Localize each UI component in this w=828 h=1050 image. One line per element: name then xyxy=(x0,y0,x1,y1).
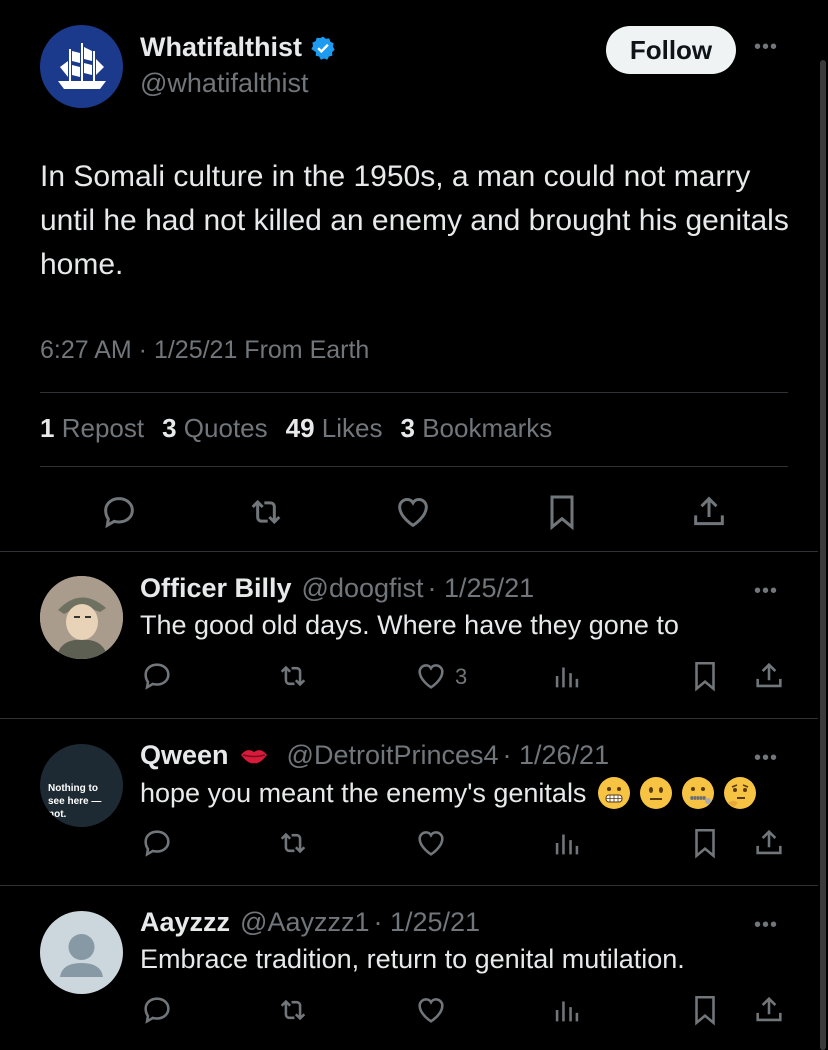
bookmarks-stat[interactable]: 3 Bookmarks xyxy=(400,413,552,444)
reply-icon[interactable] xyxy=(99,492,139,532)
reply-author-handle[interactable]: @doogfist xyxy=(302,573,424,604)
likes-stat[interactable]: 49 Likes xyxy=(286,413,383,444)
reply-icon[interactable] xyxy=(140,659,174,693)
neutral-face-emoji-icon xyxy=(640,777,673,809)
views-icon[interactable] xyxy=(550,993,584,1027)
tweet-stats: 1 Repost 3 Quotes 49 Likes 3 Bookmarks xyxy=(40,413,552,444)
bookmark-icon[interactable] xyxy=(688,659,722,693)
ship-logo-icon xyxy=(57,42,106,89)
divider xyxy=(0,885,818,886)
reply-author-name[interactable]: Aayzzz xyxy=(140,907,230,938)
reply-text: Embrace tradition, return to genital mut… xyxy=(140,944,685,974)
like-icon[interactable] xyxy=(414,993,448,1027)
share-icon[interactable] xyxy=(752,826,786,860)
quotes-stat[interactable]: 3 Quotes xyxy=(162,413,268,444)
grimacing-emoji-icon xyxy=(598,777,631,809)
follow-button[interactable]: Follow xyxy=(606,26,736,74)
avatar[interactable] xyxy=(40,576,123,659)
author-name[interactable]: Whatifalthist xyxy=(140,32,336,63)
reply-date[interactable]: · 1/25/21 xyxy=(428,573,535,604)
reply-icon[interactable] xyxy=(140,826,174,860)
reposts-stat[interactable]: 1 Repost xyxy=(40,413,144,444)
reply-text: The good old days. Where have they gone … xyxy=(140,610,679,640)
like-count: 3 xyxy=(455,664,468,689)
reply-author-name[interactable]: Officer Billy xyxy=(140,573,292,604)
author-avatar[interactable] xyxy=(40,25,123,108)
more-icon[interactable]: ••• xyxy=(754,36,778,59)
officer-avatar-icon xyxy=(40,576,123,659)
divider xyxy=(40,466,788,467)
share-icon[interactable] xyxy=(689,492,729,532)
views-icon[interactable] xyxy=(550,659,584,693)
like-icon[interactable] xyxy=(414,826,448,860)
reply-icon[interactable] xyxy=(140,993,174,1027)
repost-icon[interactable] xyxy=(276,659,310,693)
divider xyxy=(0,718,818,719)
lips-emoji-icon xyxy=(240,749,267,763)
divider xyxy=(40,392,788,393)
more-icon[interactable]: ••• xyxy=(754,747,778,770)
reply-author-handle[interactable]: @DetroitPrinces4 xyxy=(287,740,499,771)
more-icon[interactable]: ••• xyxy=(754,580,778,603)
bookmark-icon[interactable] xyxy=(688,993,722,1027)
share-icon[interactable] xyxy=(752,993,786,1027)
avatar-caption: Nothing to see here — not. xyxy=(48,783,102,820)
default-avatar-icon xyxy=(60,934,103,977)
author-handle[interactable]: @whatifalthist xyxy=(140,68,308,99)
share-icon[interactable] xyxy=(752,659,786,693)
like-icon[interactable] xyxy=(414,659,448,693)
reply-text: hope you meant the enemy's genitals xyxy=(140,777,587,808)
avatar[interactable] xyxy=(40,911,123,994)
bookmark-icon[interactable] xyxy=(688,826,722,860)
bookmark-icon[interactable] xyxy=(542,492,582,532)
repost-icon[interactable] xyxy=(246,492,286,532)
repost-icon[interactable] xyxy=(276,993,310,1027)
tweet-timestamp[interactable]: 6:27 AM · 1/25/21 From Earth xyxy=(40,336,369,365)
verified-badge-icon xyxy=(311,36,335,60)
views-icon[interactable] xyxy=(550,826,584,860)
reply-date[interactable]: · 1/26/21 xyxy=(503,740,610,771)
more-icon[interactable]: ••• xyxy=(754,914,778,937)
reply-date[interactable]: · 1/25/21 xyxy=(373,907,480,938)
repost-icon[interactable] xyxy=(276,826,310,860)
divider xyxy=(0,551,818,552)
scrollbar[interactable] xyxy=(820,60,826,1050)
tweet-text: In Somali culture in the 1950s, a man co… xyxy=(40,160,789,281)
like-icon[interactable] xyxy=(393,492,433,532)
thinking-face-emoji-icon xyxy=(724,777,757,809)
reply-author-name[interactable]: Qween xyxy=(140,740,229,771)
reply-author-handle[interactable]: @Aayzzz1 xyxy=(240,907,369,938)
avatar[interactable]: Nothing to see here — not. xyxy=(40,744,123,827)
zipper-mouth-emoji-icon xyxy=(682,777,715,809)
